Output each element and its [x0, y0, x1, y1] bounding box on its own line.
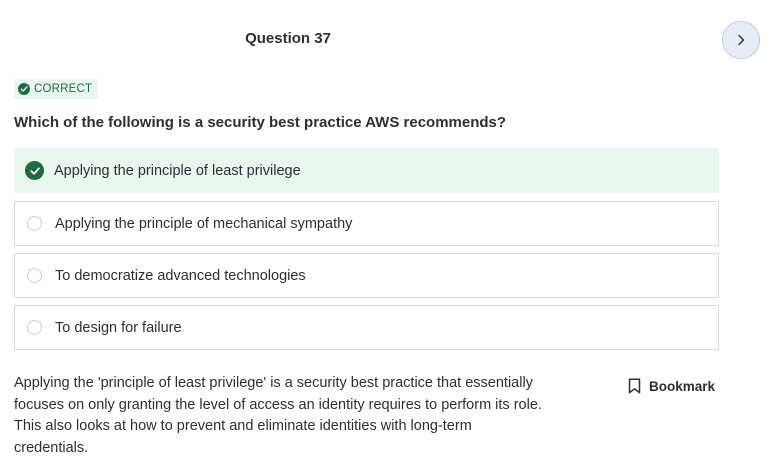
answer-option-4[interactable]: To design for failure	[14, 305, 719, 350]
check-circle-icon	[18, 83, 30, 95]
question-number-title: Question 37	[245, 30, 331, 47]
answer-option-label: Applying the principle of least privileg…	[54, 162, 301, 179]
explanation-line: Applying the 'principle of least privile…	[14, 375, 533, 391]
answer-option-label: To design for failure	[55, 319, 182, 336]
radio-button[interactable]	[27, 268, 42, 283]
check-circle-icon	[25, 161, 44, 180]
correct-badge: CORRECT	[14, 79, 99, 99]
radio-button[interactable]	[27, 216, 42, 231]
bookmark-button[interactable]: Bookmark	[628, 378, 715, 394]
question-text: Which of the following is a security bes…	[14, 114, 507, 131]
answer-option-2[interactable]: Applying the principle of mechanical sym…	[14, 201, 719, 246]
bookmark-label: Bookmark	[649, 378, 716, 394]
answer-explanation: Applying the 'principle of least privile…	[14, 373, 544, 459]
correct-badge-label: CORRECT	[34, 83, 93, 95]
explanation-line: This also looks at how to prevent and el…	[14, 418, 472, 435]
next-question-button[interactable]	[722, 21, 760, 59]
answer-option-label: To democratize advanced technologies	[55, 267, 306, 284]
explanation-line: credentials.	[14, 439, 89, 456]
radio-button[interactable]	[27, 320, 42, 335]
bookmark-icon	[628, 378, 641, 394]
answer-option-label: Applying the principle of mechanical sym…	[55, 215, 353, 232]
chevron-right-icon	[738, 34, 745, 46]
answer-option-3[interactable]: To democratize advanced technologies	[14, 253, 719, 298]
answer-option-1[interactable]: Applying the principle of least privileg…	[14, 148, 719, 193]
quiz-page: Question 37 CORRECT Which of the followi…	[0, 0, 772, 469]
explanation-line: focuses on only granting the level of ac…	[14, 396, 542, 413]
